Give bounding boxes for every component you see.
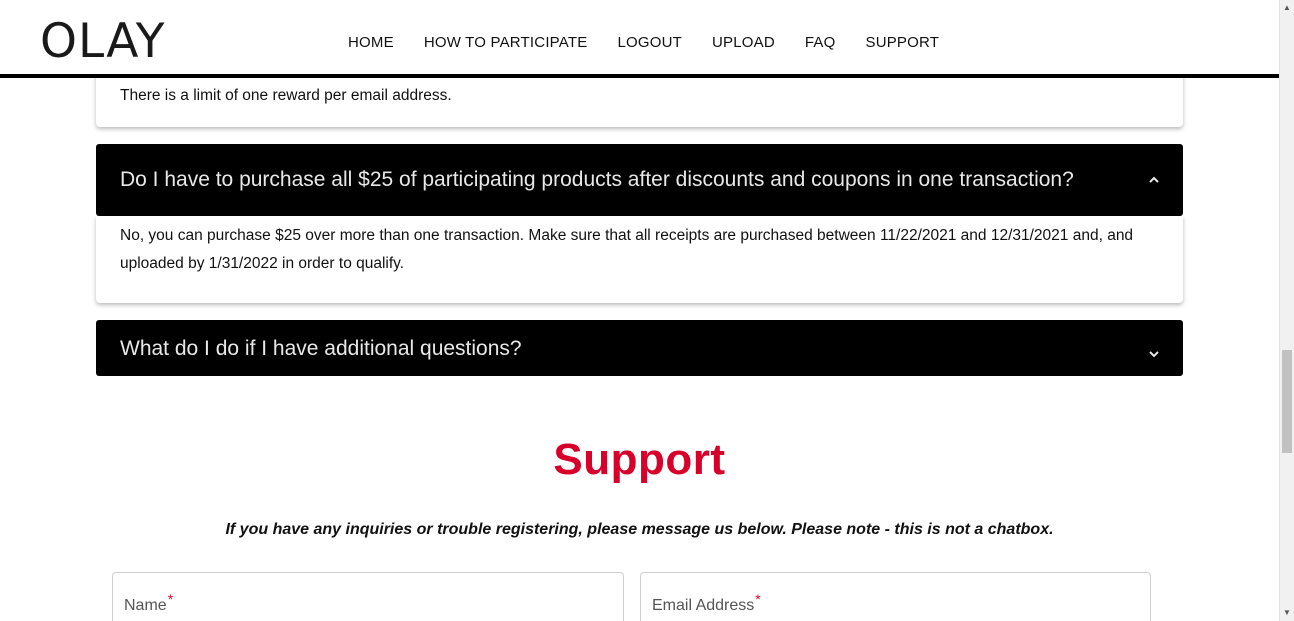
nav-logout[interactable]: LOGOUT <box>617 34 682 51</box>
required-mark: * <box>167 591 174 607</box>
required-mark: * <box>755 591 761 607</box>
support-note: If you have any inquiries or trouble reg… <box>225 521 1054 538</box>
chevron-down-icon <box>1149 351 1159 358</box>
page-content: There is a limit of one reward per email… <box>0 78 1279 621</box>
name-field-label: Name* <box>124 591 174 614</box>
name-field[interactable]: Name* <box>112 572 624 621</box>
site-header: OLAY HOME HOW TO PARTICIPATE LOGOUT UPLO… <box>0 0 1279 78</box>
chevron-up-icon <box>1149 176 1159 183</box>
nav-upload[interactable]: UPLOAD <box>712 34 775 51</box>
faq-answer-panel-previous: There is a limit of one reward per email… <box>96 78 1183 127</box>
page-scrollbar[interactable]: ▲ ▼ <box>1279 0 1294 621</box>
faq-answer-previous: There is a limit of one reward per email… <box>120 87 452 104</box>
faq-question-additional-questions[interactable]: What do I do if I have additional questi… <box>96 320 1183 376</box>
olay-logo[interactable]: OLAY <box>40 18 165 65</box>
faq-question-purchase-transaction[interactable]: Do I have to purchase all $25 of partici… <box>96 144 1183 216</box>
nav-faq[interactable]: FAQ <box>805 34 836 51</box>
nav-home[interactable]: HOME <box>348 34 394 51</box>
faq-question-text: Do I have to purchase all $25 of partici… <box>120 168 1074 191</box>
scroll-down-arrow-icon[interactable]: ▼ <box>1283 609 1291 617</box>
faq-question-text: What do I do if I have additional questi… <box>120 337 522 360</box>
nav-support[interactable]: SUPPORT <box>865 34 939 51</box>
faq-answer-text: No, you can purchase $25 over more than … <box>120 227 1134 272</box>
support-title: Support <box>553 435 726 484</box>
faq-answer-panel: No, you can purchase $25 over more than … <box>96 216 1183 303</box>
scroll-up-arrow-icon[interactable]: ▲ <box>1283 4 1291 12</box>
nav-how-to-participate[interactable]: HOW TO PARTICIPATE <box>424 34 588 51</box>
email-field[interactable]: Email Address* <box>640 572 1151 621</box>
email-field-label: Email Address* <box>652 591 761 614</box>
main-nav: HOME HOW TO PARTICIPATE LOGOUT UPLOAD FA… <box>348 34 939 51</box>
scrollbar-thumb[interactable] <box>1282 350 1292 453</box>
